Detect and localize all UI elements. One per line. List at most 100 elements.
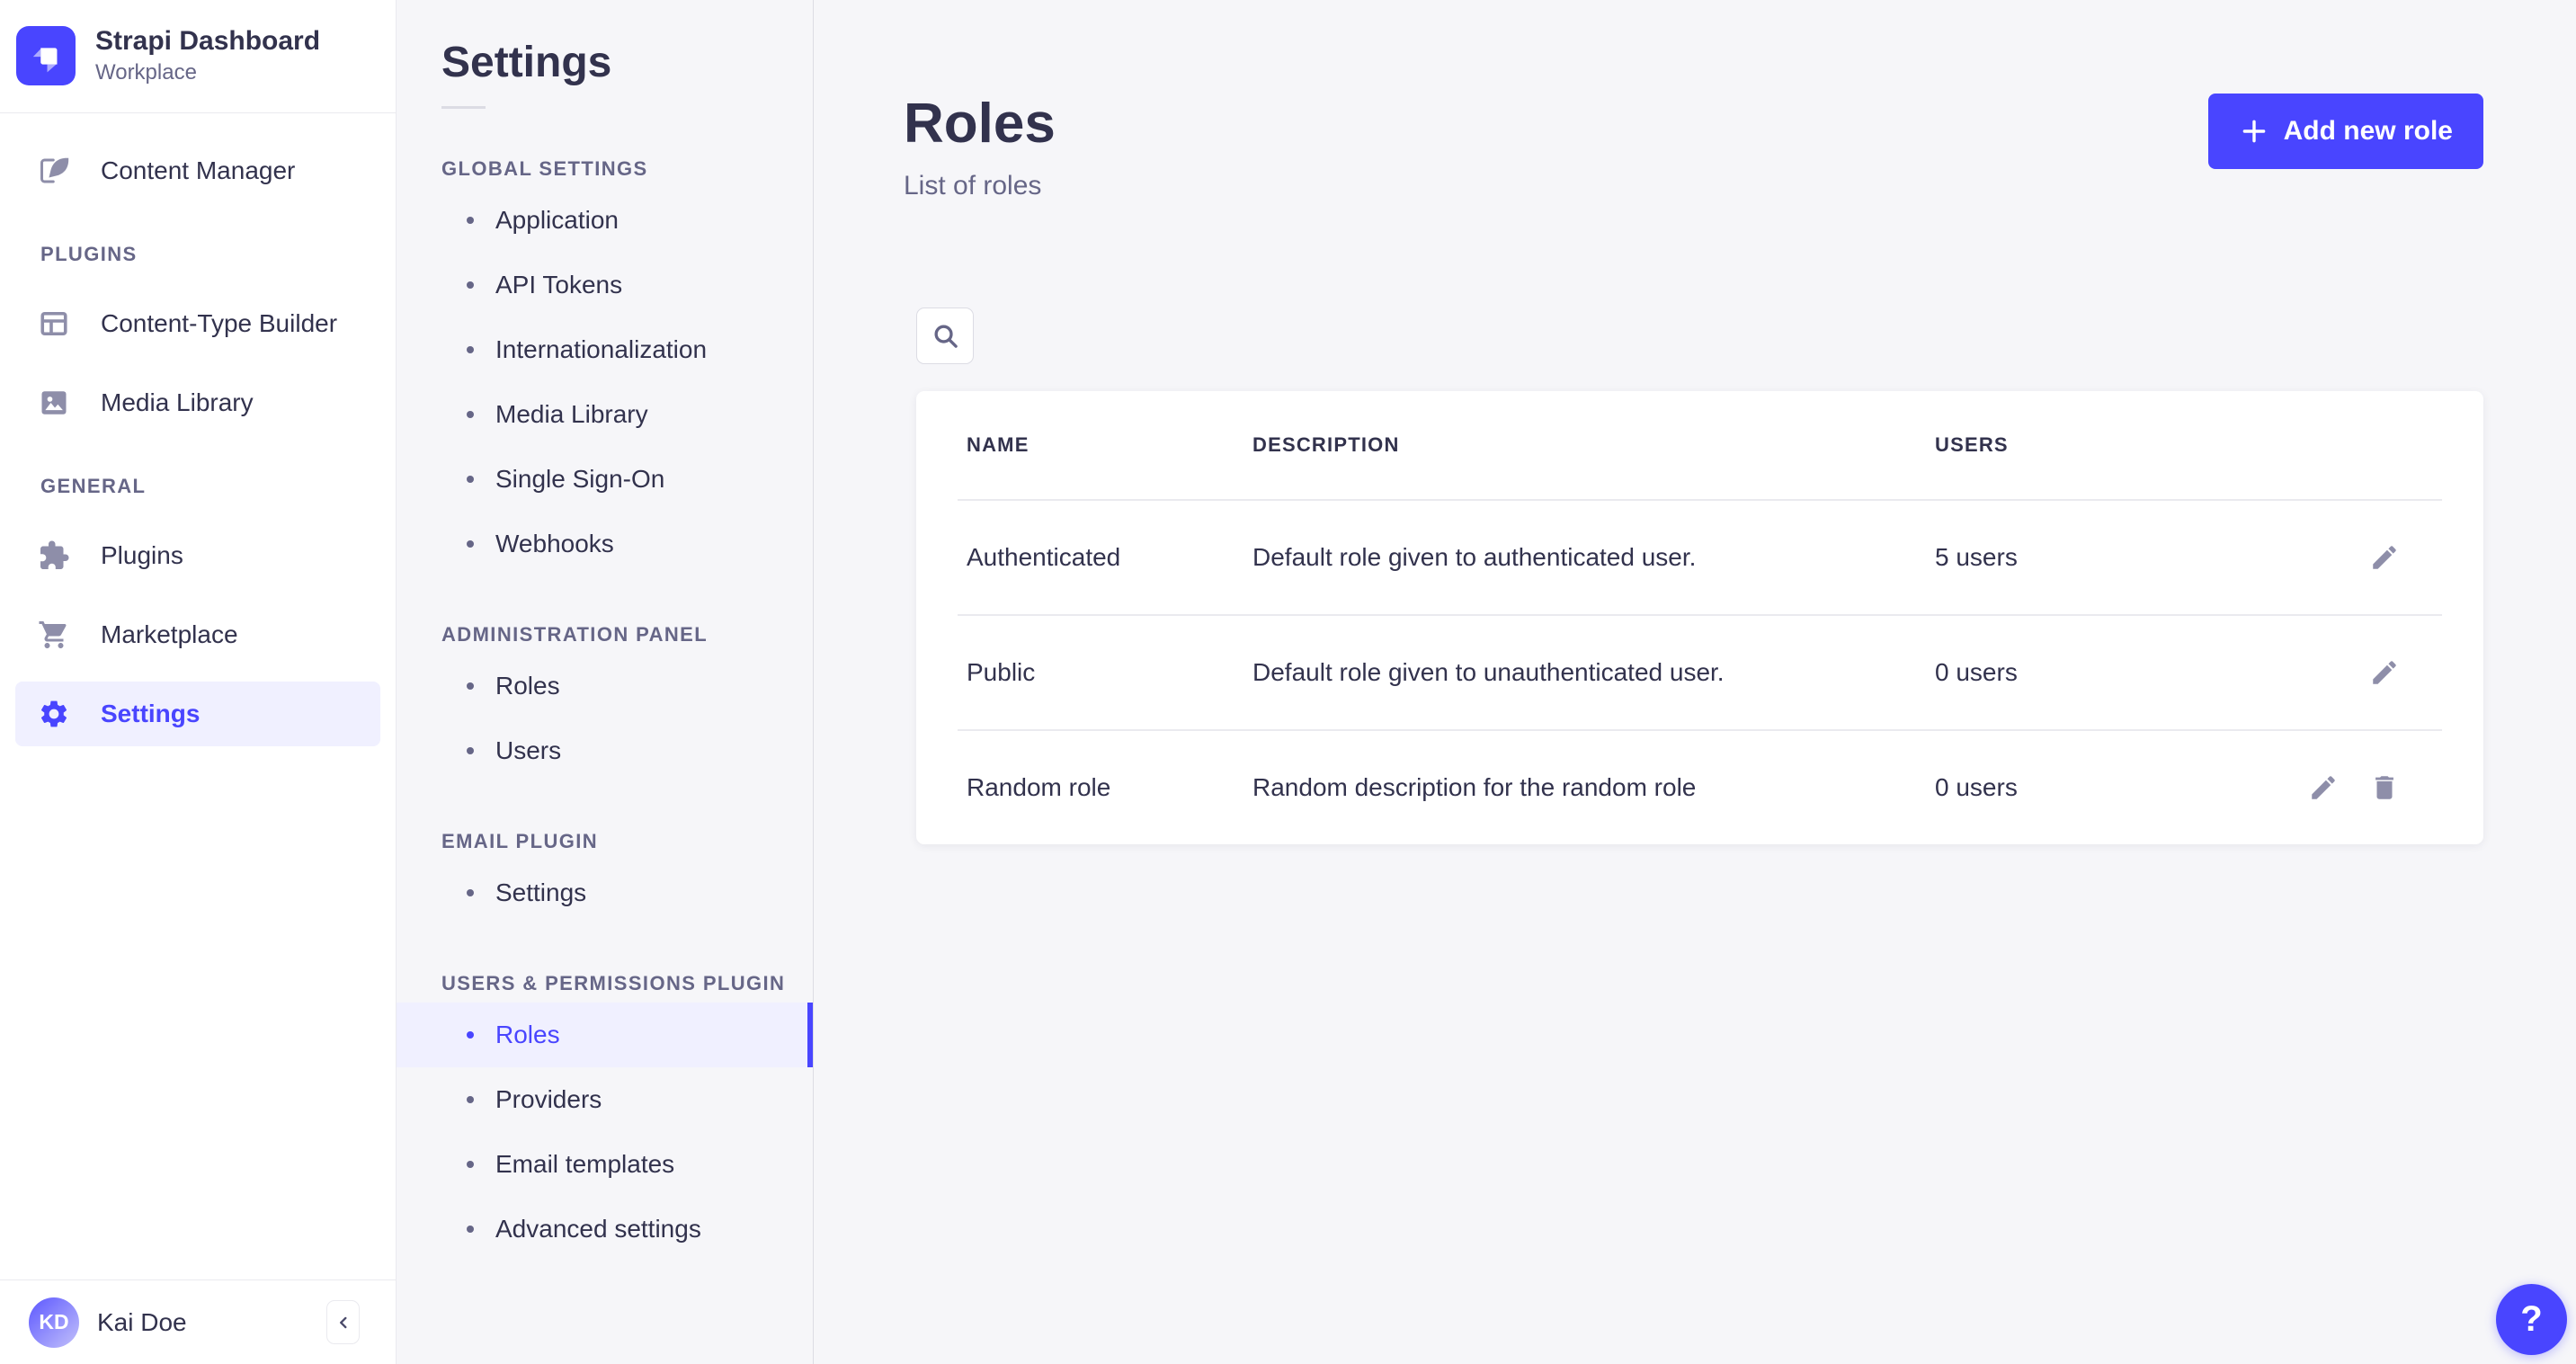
settings-subnav: Settings GLOBAL SETTINGS Application API…	[397, 0, 814, 1364]
page-header: Roles List of roles Add new role	[904, 94, 2483, 201]
role-description-cell: Random description for the random role	[1252, 773, 1935, 802]
sidebar-item-media-library[interactable]: Media Library	[0, 363, 396, 442]
brand: Strapi Dashboard Workplace	[0, 0, 396, 113]
strapi-logo-icon	[16, 26, 76, 85]
content-manager-icon	[38, 155, 70, 187]
row-actions	[2368, 656, 2401, 689]
settings-gear-icon	[38, 698, 70, 730]
add-new-role-button[interactable]: Add new role	[2208, 94, 2483, 169]
page-title: Roles	[904, 94, 1056, 155]
subnav-section-label: ADMINISTRATION PANEL	[441, 623, 813, 646]
delete-role-button[interactable]	[2368, 771, 2401, 804]
subnav-item-label: Webhooks	[495, 530, 614, 558]
trash-icon	[2369, 772, 2400, 803]
subnav-section-label: EMAIL PLUGIN	[441, 830, 813, 853]
table-header-row: NAME DESCRIPTION USERS	[916, 391, 2483, 499]
subnav-item-up-roles[interactable]: Roles	[397, 1003, 813, 1067]
edit-role-button[interactable]	[2368, 541, 2401, 574]
sidebar-item-content-manager[interactable]: Content Manager	[0, 131, 396, 210]
sidebar-footer: KD Kai Doe	[0, 1279, 396, 1364]
role-name-cell: Public	[967, 658, 1252, 687]
workspace-title: Strapi Dashboard	[95, 25, 320, 58]
sidebar-item-label: Media Library	[101, 388, 254, 417]
page-subtitle: List of roles	[904, 171, 1056, 201]
subnav-item-media-library[interactable]: Media Library	[397, 382, 813, 447]
subnav-item-internationalization[interactable]: Internationalization	[397, 317, 813, 382]
subnav-item-label: Roles	[495, 1021, 560, 1049]
subnav-item-providers[interactable]: Providers	[397, 1067, 813, 1132]
subnav-item-email-templates[interactable]: Email templates	[397, 1132, 813, 1197]
app-window: Strapi Dashboard Workplace Content Manag…	[0, 0, 2576, 1364]
avatar[interactable]: KD	[29, 1297, 79, 1348]
search-icon	[931, 322, 959, 350]
role-name-cell: Authenticated	[967, 543, 1252, 572]
user-name: Kai Doe	[97, 1308, 326, 1337]
role-description-cell: Default role given to unauthenticated us…	[1252, 658, 1935, 687]
add-new-role-label: Add new role	[2284, 116, 2453, 147]
subnav-item-label: Internationalization	[495, 335, 707, 364]
edit-icon	[2308, 772, 2339, 803]
content-type-builder-icon	[38, 308, 70, 340]
page-header-text: Roles List of roles	[904, 94, 1056, 201]
table-row[interactable]: Random role Random description for the r…	[916, 731, 2483, 844]
column-header-name: NAME	[967, 433, 1252, 457]
subnav-section-global-settings: GLOBAL SETTINGS Application API Tokens I…	[397, 157, 813, 576]
sidebar-item-marketplace[interactable]: Marketplace	[0, 595, 396, 674]
search-button[interactable]	[916, 308, 974, 364]
subnav-section-label: USERS & PERMISSIONS PLUGIN	[441, 972, 813, 995]
subnav-section-administration-panel: ADMINISTRATION PANEL Roles Users	[397, 623, 813, 783]
role-description-cell: Default role given to authenticated user…	[1252, 543, 1935, 572]
sidebar-item-label: Content-Type Builder	[101, 309, 337, 338]
media-library-icon	[38, 387, 70, 419]
subnav-title-divider	[441, 106, 486, 109]
marketplace-icon	[38, 619, 70, 651]
row-actions	[2368, 541, 2401, 574]
edit-icon	[2369, 657, 2400, 688]
table-row[interactable]: Public Default role given to unauthentic…	[916, 616, 2483, 729]
subnav-item-email-settings[interactable]: Settings	[397, 860, 813, 925]
subnav-item-advanced-settings[interactable]: Advanced settings	[397, 1197, 813, 1261]
subnav-item-label: Email templates	[495, 1150, 674, 1179]
edit-role-button[interactable]	[2368, 656, 2401, 689]
subnav-item-label: Application	[495, 206, 619, 235]
plus-icon	[2239, 116, 2269, 147]
chevron-left-icon	[334, 1313, 353, 1333]
main-sidebar: Strapi Dashboard Workplace Content Manag…	[0, 0, 397, 1364]
edit-role-button[interactable]	[2307, 771, 2340, 804]
subnav-item-admin-users[interactable]: Users	[397, 718, 813, 783]
role-name-cell: Random role	[967, 773, 1252, 802]
row-actions	[2307, 771, 2401, 804]
sidebar-section-general: GENERAL	[40, 475, 396, 498]
sidebar-item-settings[interactable]: Settings	[15, 682, 380, 746]
subnav-section-label: GLOBAL SETTINGS	[441, 157, 813, 181]
sidebar-nav: Content Manager PLUGINS Content-Type Bui…	[0, 113, 396, 753]
question-mark-glyph: ?	[2520, 1299, 2542, 1340]
brand-text: Strapi Dashboard Workplace	[95, 25, 320, 85]
subnav-item-label: Users	[495, 736, 561, 765]
role-users-cell: 5 users	[1935, 543, 2368, 572]
workspace-subtitle: Workplace	[95, 60, 320, 85]
collapse-sidebar-button[interactable]	[326, 1300, 360, 1344]
table-row[interactable]: Authenticated Default role given to auth…	[916, 501, 2483, 614]
main-content: Roles List of roles Add new role	[814, 0, 2576, 1364]
subnav-title: Settings	[441, 41, 813, 85]
role-users-cell: 0 users	[1935, 658, 2368, 687]
subnav-item-admin-roles[interactable]: Roles	[397, 654, 813, 718]
column-header-description: DESCRIPTION	[1252, 433, 1935, 457]
subnav-item-single-sign-on[interactable]: Single Sign-On	[397, 447, 813, 512]
sidebar-item-label: Plugins	[101, 541, 183, 570]
sidebar-item-label: Settings	[101, 700, 200, 728]
subnav-section-users-permissions-plugin: USERS & PERMISSIONS PLUGIN Roles Provide…	[397, 972, 813, 1261]
subnav-item-api-tokens[interactable]: API Tokens	[397, 253, 813, 317]
sidebar-item-plugins[interactable]: Plugins	[0, 516, 396, 595]
help-button[interactable]: ?	[2496, 1284, 2567, 1355]
plugins-icon	[38, 539, 70, 572]
subnav-item-application[interactable]: Application	[397, 188, 813, 253]
subnav-item-label: Roles	[495, 672, 560, 700]
edit-icon	[2369, 542, 2400, 573]
subnav-item-label: API Tokens	[495, 271, 622, 299]
subnav-item-label: Settings	[495, 878, 586, 907]
subnav-item-webhooks[interactable]: Webhooks	[397, 512, 813, 576]
sidebar-item-content-type-builder[interactable]: Content-Type Builder	[0, 284, 396, 363]
subnav-item-label: Advanced settings	[495, 1215, 701, 1244]
